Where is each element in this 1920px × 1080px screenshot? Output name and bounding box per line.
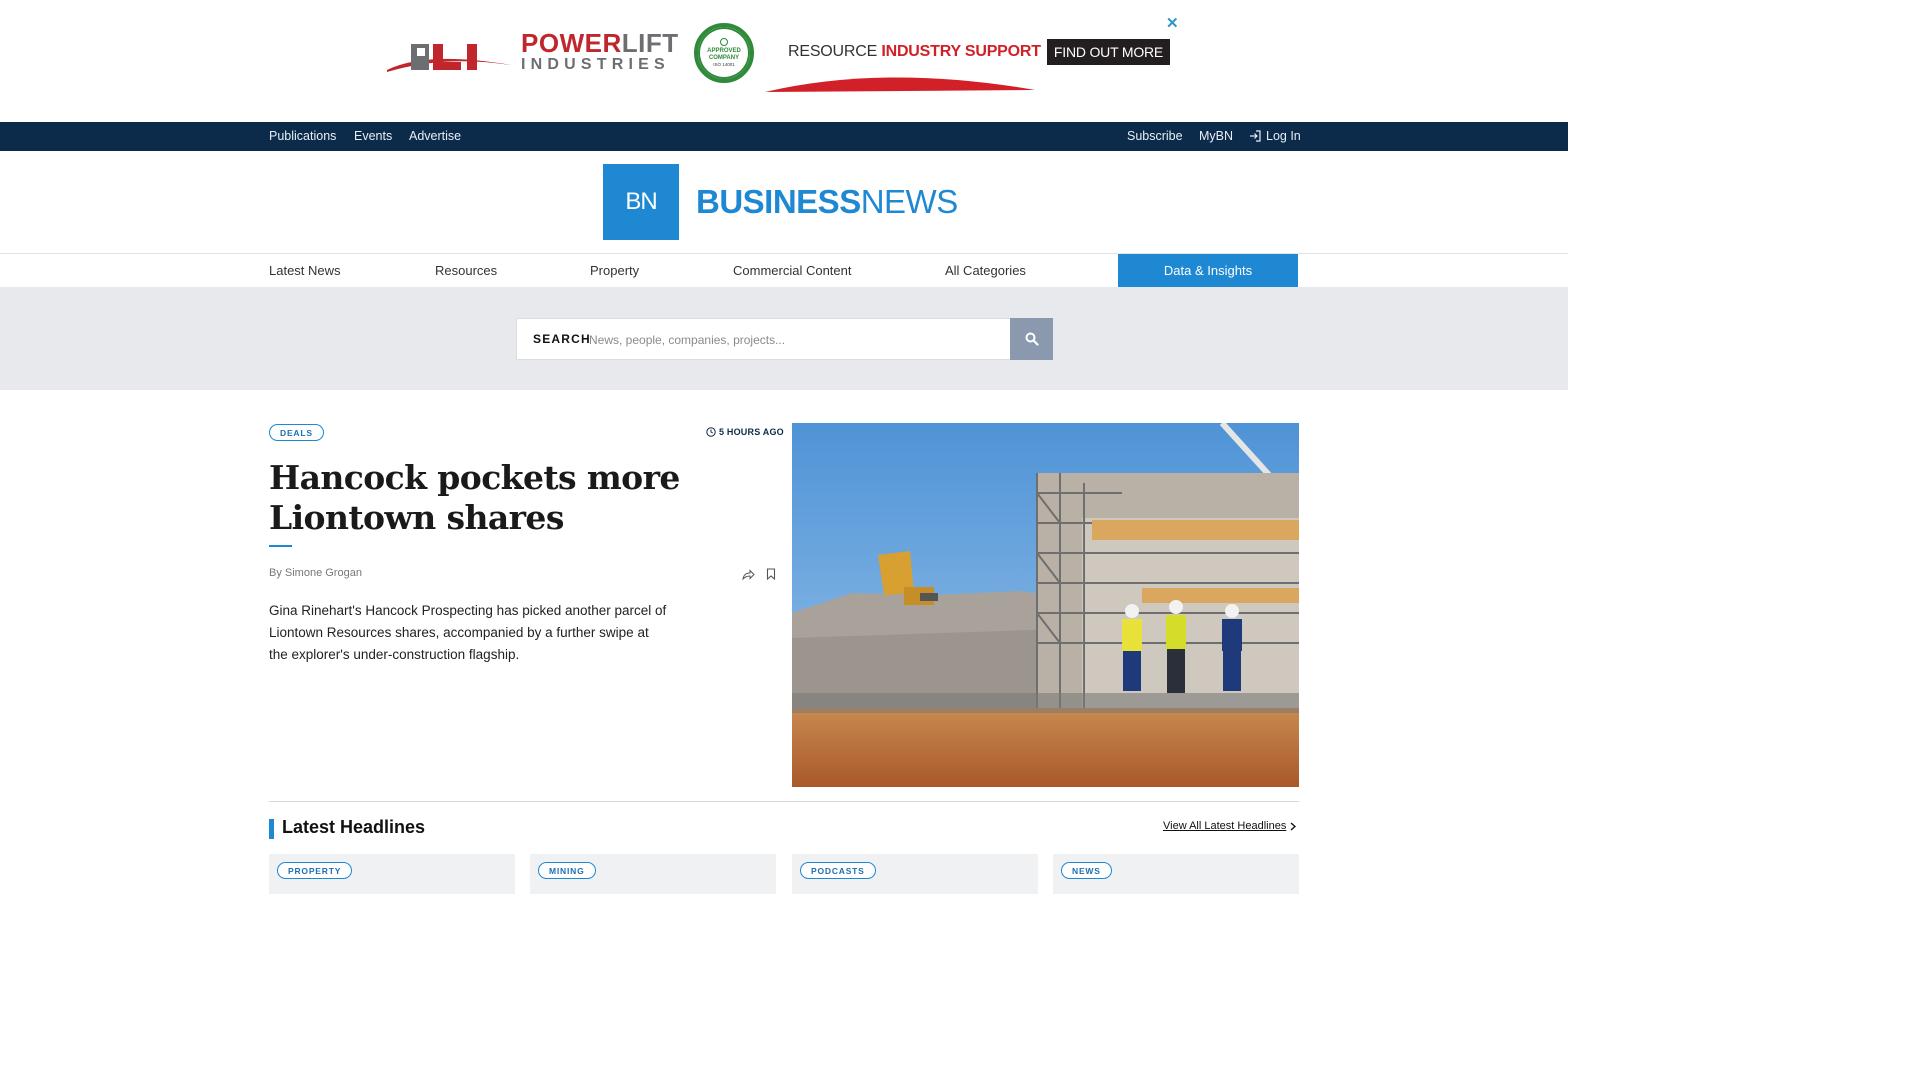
- search-icon: [1025, 332, 1039, 346]
- nav-property[interactable]: Property: [590, 263, 639, 278]
- headline-card[interactable]: PROPERTY: [269, 854, 515, 894]
- search-bar: SEARCH: [516, 318, 1053, 360]
- nav-latest-news[interactable]: Latest News: [269, 263, 341, 278]
- card-category-tag[interactable]: PROPERTY: [277, 862, 353, 879]
- latest-headlines-title: Latest Headlines: [282, 817, 426, 837]
- nav-commercial-content[interactable]: Commercial Content: [733, 263, 852, 278]
- login-label: Log In: [1266, 129, 1301, 143]
- feature-headline[interactable]: Hancock pockets more Liontown shares: [269, 458, 779, 538]
- nav-all-categories[interactable]: All Categories: [945, 263, 1026, 278]
- feature-summary: Gina Rinehart's Hancock Prospecting has …: [269, 603, 667, 662]
- ad-decorative-swoosh: [765, 77, 1035, 92]
- headline-card[interactable]: MINING: [530, 854, 776, 894]
- card-category-tag[interactable]: PODCASTS: [800, 862, 876, 879]
- feature-category-tag[interactable]: DEALS: [269, 424, 324, 441]
- chevron-right-icon: [1290, 821, 1297, 831]
- nav-mybn[interactable]: MyBN: [1199, 129, 1233, 143]
- headline-underline: [269, 545, 292, 547]
- nav-advertise[interactable]: Advertise: [409, 129, 461, 143]
- headline-card[interactable]: NEWS: [1053, 854, 1299, 894]
- nav-publications[interactable]: Publications: [269, 129, 336, 143]
- search-label: SEARCH: [533, 332, 591, 346]
- ad-brand-name: POWERLIFT: [521, 28, 679, 58]
- feature-byline[interactable]: By Simone Grogan: [269, 567, 362, 579]
- nav-subscribe[interactable]: Subscribe: [1127, 129, 1183, 143]
- ad-tagline: RESOURCE INDUSTRY SUPPORT: [788, 43, 1041, 60]
- ad-creative[interactable]: POWERLIFT INDUSTRIES APPROVED COMPANY IS…: [385, 10, 1185, 100]
- bookmark-icon[interactable]: [766, 568, 776, 580]
- section-accent-bar: [269, 819, 274, 839]
- nav-resources[interactable]: Resources: [435, 263, 497, 278]
- logo-mark-text: BN: [625, 188, 657, 215]
- feature-image[interactable]: [792, 423, 1299, 787]
- ad-find-out-more-button[interactable]: FIND OUT MORE: [1047, 39, 1170, 65]
- card-category-tag[interactable]: NEWS: [1061, 862, 1112, 879]
- search-input[interactable]: [589, 327, 999, 353]
- timestamp-text: 5 HOURS AGO: [719, 427, 784, 437]
- iso-badge-icon: APPROVED COMPANY ISO 14001: [694, 23, 754, 83]
- search-section: SEARCH: [0, 287, 1568, 390]
- section-divider: [269, 801, 1299, 802]
- nav-events[interactable]: Events: [354, 129, 392, 143]
- card-category-tag[interactable]: MINING: [538, 862, 596, 879]
- bn-logo-mark[interactable]: BN: [603, 164, 679, 240]
- view-all-headlines-link[interactable]: View All Latest Headlines: [1163, 820, 1297, 832]
- nav-data-insights[interactable]: Data & Insights: [1118, 254, 1298, 287]
- view-all-label: View All Latest Headlines: [1163, 820, 1287, 832]
- main-navigation: Latest News Resources Property Commercia…: [0, 253, 1568, 287]
- login-icon: [1250, 130, 1261, 142]
- advertisement-banner: POWERLIFT INDUSTRIES APPROVED COMPANY IS…: [0, 0, 1568, 122]
- top-utility-bar: Publications Events Advertise Subscribe …: [0, 122, 1568, 151]
- ad-close-icon[interactable]: ✕: [1166, 14, 1179, 32]
- pli-logo-icon: [387, 44, 517, 72]
- mine-site-photo: [792, 423, 1299, 787]
- login-link[interactable]: Log In: [1249, 129, 1301, 143]
- feature-timestamp: 5 HOURS AGO: [706, 427, 784, 437]
- search-button[interactable]: [1010, 318, 1053, 360]
- share-icon[interactable]: [742, 569, 755, 580]
- ad-brand-subtitle: INDUSTRIES: [521, 56, 670, 73]
- headline-card[interactable]: PODCASTS: [792, 854, 1038, 894]
- clock-icon: [706, 427, 716, 437]
- site-logo-wordmark[interactable]: BUSINESSNEWS: [696, 183, 958, 221]
